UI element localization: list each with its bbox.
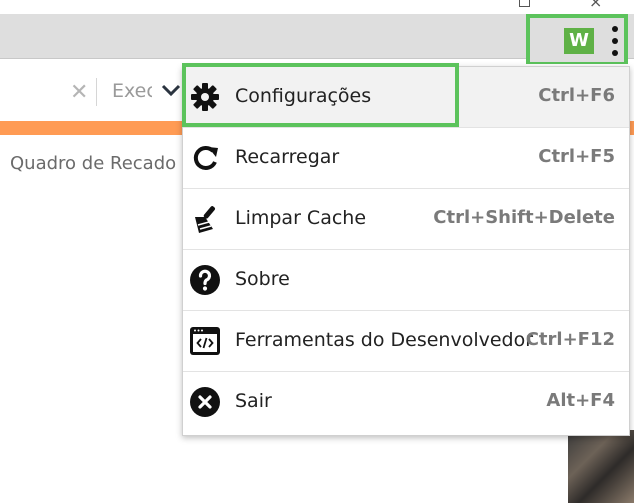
menu-item-ferramentas[interactable]: Ferramentas do Desenvolvedor Ctrl+F12 bbox=[183, 311, 629, 372]
divider bbox=[96, 78, 97, 106]
help-icon bbox=[189, 264, 221, 296]
menu-item-label: Ferramentas do Desenvolvedor bbox=[235, 329, 534, 351]
menu-item-configuracoes[interactable]: Configurações Ctrl+F6 bbox=[183, 67, 629, 128]
context-menu: Configurações Ctrl+F6 Recarregar Ctrl+F5… bbox=[182, 66, 630, 436]
menu-item-label: Configurações bbox=[235, 85, 372, 107]
menu-item-shortcut: Ctrl+F6 bbox=[538, 85, 615, 106]
board-title: Quadro de Recado bbox=[10, 153, 177, 174]
app-toolbar: W bbox=[0, 14, 634, 66]
background-image bbox=[568, 430, 634, 503]
menu-item-label: Recarregar bbox=[235, 146, 340, 168]
reload-icon bbox=[189, 142, 221, 174]
broom-icon bbox=[189, 203, 221, 235]
toolbar-highlight-frame: W bbox=[526, 14, 628, 66]
menu-item-shortcut: Ctrl+F5 bbox=[538, 146, 615, 167]
menu-item-shortcut: Ctrl+Shift+Delete bbox=[433, 207, 615, 228]
menu-item-recarregar[interactable]: Recarregar Ctrl+F5 bbox=[183, 128, 629, 189]
menu-item-sobre[interactable]: Sobre bbox=[183, 250, 629, 311]
chevron-down-icon[interactable] bbox=[160, 80, 182, 105]
menu-item-limpar-cache[interactable]: Limpar Cache Ctrl+Shift+Delete bbox=[183, 189, 629, 250]
menu-item-label: Sobre bbox=[235, 268, 290, 290]
close-icon[interactable]: ✕ bbox=[70, 80, 88, 105]
menu-item-label: Limpar Cache bbox=[235, 207, 367, 229]
window-top-strip: × bbox=[0, 0, 634, 14]
devtools-icon bbox=[189, 325, 221, 357]
w-logo[interactable]: W bbox=[564, 28, 594, 54]
exec-select[interactable]: Exec bbox=[112, 80, 152, 102]
menu-item-shortcut: Ctrl+F12 bbox=[525, 329, 615, 350]
menu-item-label: Sair bbox=[235, 390, 272, 412]
menu-item-sair[interactable]: Sair Alt+F4 bbox=[183, 372, 629, 433]
exit-icon bbox=[189, 386, 221, 418]
window-close-icon[interactable]: × bbox=[589, 0, 602, 11]
maximize-icon[interactable] bbox=[519, 0, 530, 7]
menu-item-shortcut: Alt+F4 bbox=[546, 390, 615, 411]
gear-icon bbox=[189, 81, 221, 113]
kebab-menu-icon[interactable] bbox=[608, 24, 622, 58]
